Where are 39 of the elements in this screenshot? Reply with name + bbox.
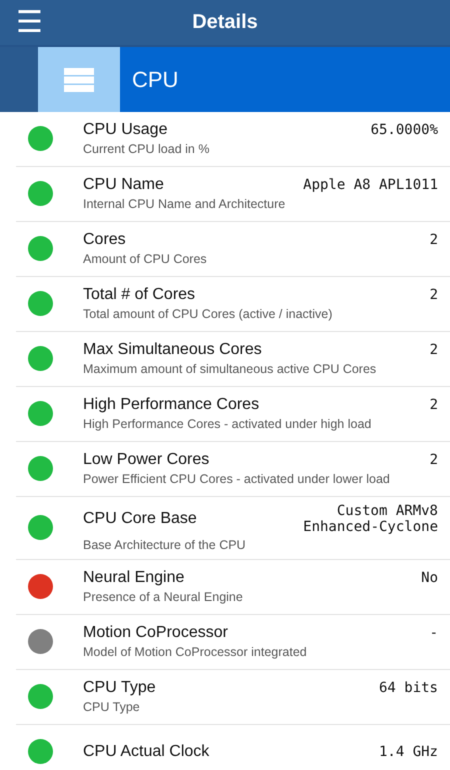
row-title: Motion CoProcessor <box>83 624 228 642</box>
row-value: 2 <box>430 397 438 413</box>
row-value: 1.4 GHz <box>378 744 438 760</box>
row-value: - <box>430 625 438 641</box>
row-description: Current CPU load in % <box>83 142 210 156</box>
server-icon <box>64 68 94 92</box>
row-value: No <box>421 570 438 586</box>
row-value: 2 <box>430 287 438 303</box>
row-description: Base Architecture of the CPU <box>83 538 247 552</box>
row-description: Presence of a Neural Engine <box>83 590 244 604</box>
section-title: CPU <box>132 66 178 92</box>
row-title: CPU Core Base <box>83 510 197 528</box>
row-title: CPU Name <box>83 176 164 194</box>
row-value: Apple A8 APL1011 <box>303 177 438 193</box>
row-title: CPU Type <box>83 679 156 697</box>
screen-title: Details <box>191 11 259 34</box>
row-title: Neural Engine <box>83 569 184 587</box>
row-value: Custom ARMv8 Enhanced-Cyclone <box>303 503 438 535</box>
row-title: Max Simultaneous Cores <box>83 341 262 359</box>
row-title: Low Power Cores <box>83 451 210 469</box>
row-description: Model of Motion CoProcessor integrated <box>83 645 308 659</box>
row-description: Amount of CPU Cores <box>83 252 208 266</box>
row-title: Total # of Cores <box>83 286 196 304</box>
row-description: High Performance Cores - activated under high load <box>83 417 372 431</box>
row-description: CPU Type <box>83 700 141 714</box>
row-value: 2 <box>430 232 438 248</box>
row-description: Internal CPU Name and Architecture <box>83 197 286 211</box>
row-title: High Performance Cores <box>83 396 260 414</box>
row-description: Power Efficient CPU Cores - activated under lower load <box>83 472 391 486</box>
row-title: Cores <box>83 231 126 249</box>
row-description: Maximum amount of simultaneous active CPU Cores <box>83 362 378 376</box>
row-value: 65.0000% <box>370 122 438 138</box>
row-description: Total amount of CPU Cores (active / inactive) <box>83 307 334 321</box>
row-value: 64 bits <box>378 680 438 696</box>
row-value: 2 <box>430 452 438 468</box>
row-title: CPU Actual Clock <box>83 742 210 760</box>
menu-button[interactable]: ☰ <box>16 8 43 38</box>
row-title: CPU Usage <box>83 121 168 139</box>
row-value: 2 <box>430 342 438 358</box>
